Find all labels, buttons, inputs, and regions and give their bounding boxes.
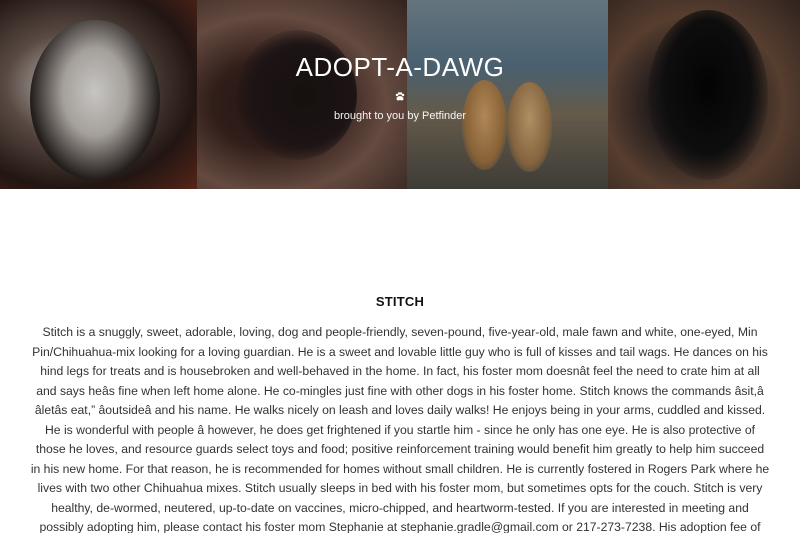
pet-profile: STITCH Stitch is a snuggly, sweet, adora…: [0, 294, 800, 533]
pet-bio: Stitch is a snuggly, sweet, adorable, lo…: [30, 325, 770, 533]
site-title: ADOPT-A-DAWG: [295, 52, 505, 82]
pet-name: STITCH: [375, 294, 425, 309]
hero-text: ADOPT-A-DAWG brought to you by Petfinder: [0, 52, 800, 122]
site-subtitle: brought to you by Petfinder: [333, 110, 467, 122]
paw-icon: [0, 83, 800, 108]
hero-banner: ADOPT-A-DAWG brought to you by Petfinder: [0, 0, 800, 189]
